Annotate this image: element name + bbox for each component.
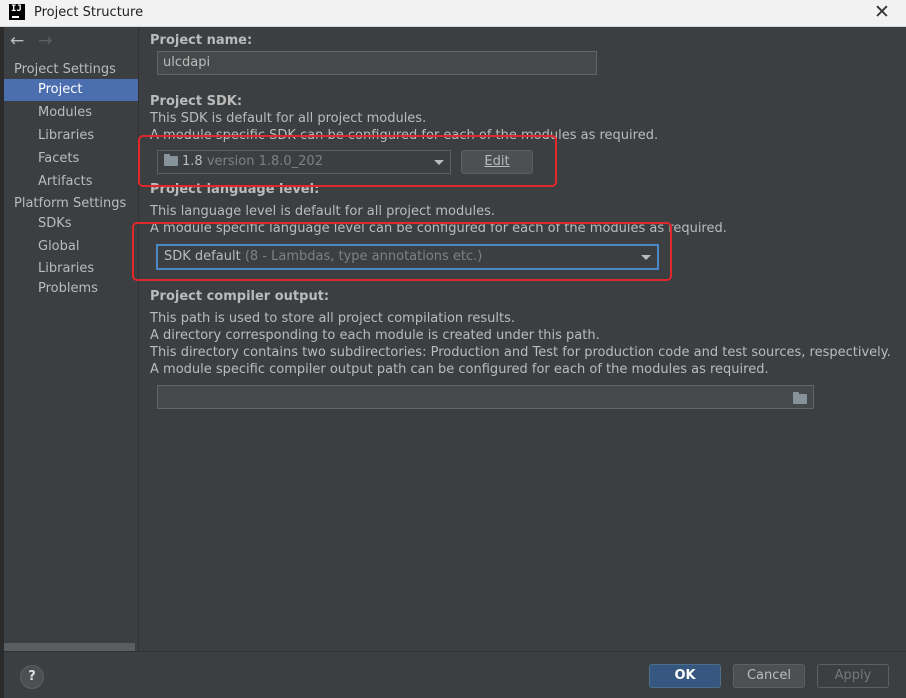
section-platform-settings: Platform Settings [14, 196, 127, 211]
idea-app-icon: IJ [9, 4, 25, 20]
sidebar-item-project[interactable]: Project [4, 79, 138, 101]
sdk-highlight-box [138, 135, 557, 187]
title-bar: IJ Project Structure ✕ [0, 0, 906, 27]
dialog-footer: ? OK Cancel Apply [4, 651, 906, 698]
forward-arrow-icon[interactable]: → [38, 31, 62, 51]
sdk-description-1: This SDK is default for all project modu… [150, 111, 427, 126]
nav-arrows: ← → [10, 31, 62, 51]
apply-button[interactable]: Apply [817, 664, 889, 688]
sidebar-item-problems[interactable]: Problems [4, 278, 138, 300]
project-name-field[interactable]: ulcdapi [157, 51, 597, 75]
sidebar-item-facets[interactable]: Facets [4, 148, 138, 170]
back-arrow-icon[interactable]: ← [10, 31, 34, 51]
project-name-label: Project name: [150, 33, 253, 48]
sidebar: ← → Project Settings Project Modules Lib… [4, 27, 139, 651]
sidebar-scrollbar[interactable] [4, 643, 135, 651]
output-description-2: A directory corresponding to each module… [150, 328, 600, 343]
sidebar-item-libraries[interactable]: Libraries [4, 125, 138, 147]
output-description-3: This directory contains two subdirectori… [150, 345, 891, 360]
sidebar-item-global-libraries[interactable]: Global Libraries [4, 236, 138, 276]
output-description-1: This path is used to store all project c… [150, 311, 515, 326]
output-description-4: A module specific compiler output path c… [150, 362, 769, 377]
cancel-button[interactable]: Cancel [733, 664, 805, 688]
project-sdk-label: Project SDK: [150, 94, 243, 109]
sidebar-item-artifacts[interactable]: Artifacts [4, 171, 138, 193]
help-icon[interactable]: ? [20, 665, 44, 689]
language-level-highlight-box [132, 222, 672, 281]
close-icon[interactable]: ✕ [872, 2, 892, 22]
sidebar-item-modules[interactable]: Modules [4, 102, 138, 124]
compiler-output-label: Project compiler output: [150, 289, 330, 304]
language-description-1: This language level is default for all p… [150, 204, 495, 219]
main-panel: Project name: ulcdapi Project SDK: This … [132, 27, 906, 651]
window-title: Project Structure [34, 5, 144, 20]
compiler-output-field[interactable] [157, 385, 814, 409]
ok-button[interactable]: OK [649, 664, 721, 688]
section-project-settings: Project Settings [14, 62, 116, 77]
sidebar-item-sdks[interactable]: SDKs [4, 213, 138, 235]
browse-folder-icon[interactable] [793, 392, 807, 404]
